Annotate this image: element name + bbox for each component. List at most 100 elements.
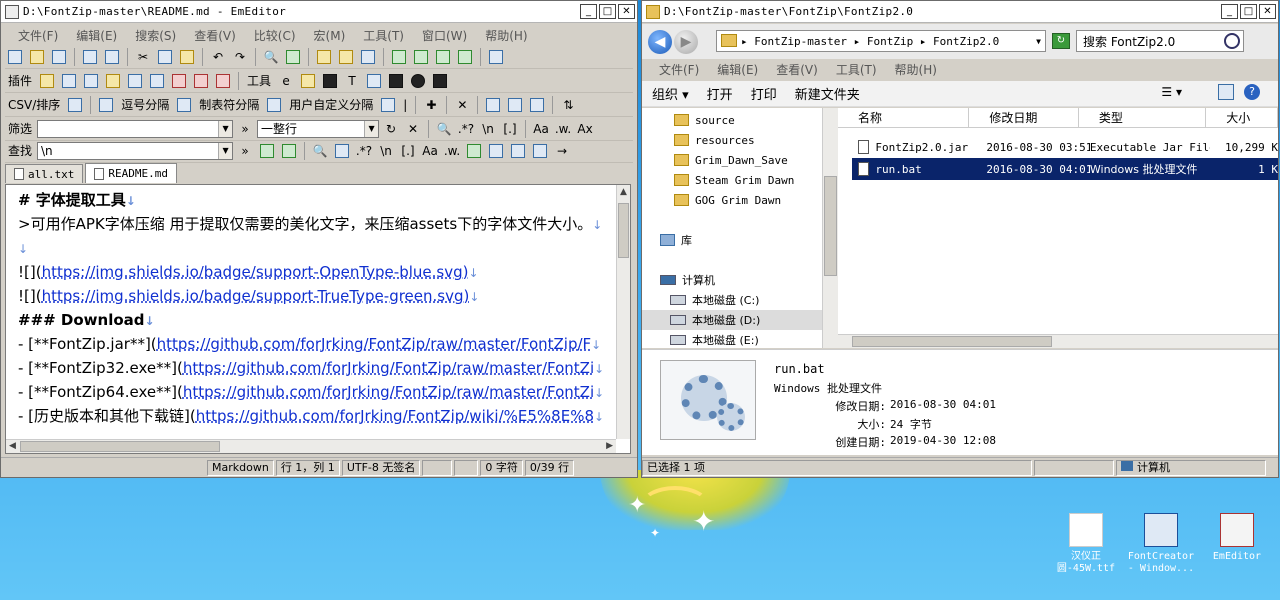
redo-icon[interactable]: ↷ — [230, 48, 250, 66]
editor-vertical-scrollbar[interactable]: ▲ — [616, 185, 630, 439]
help-icon[interactable]: ? — [1244, 84, 1260, 100]
plugin-html-icon[interactable] — [213, 72, 233, 90]
desktop-icon-fontcreator[interactable]: FontCreator - Window... — [1125, 513, 1197, 575]
csv-tab-icon[interactable] — [174, 96, 194, 114]
find-go-icon[interactable]: → — [552, 142, 572, 160]
wrap-icon[interactable] — [389, 48, 409, 66]
print-button[interactable]: 打印 — [751, 84, 777, 103]
find-bar-icon[interactable] — [530, 142, 550, 160]
back-button[interactable]: ◀ — [648, 29, 672, 54]
tab-readme-md[interactable]: README.md — [85, 163, 177, 183]
plugin-hex-icon[interactable] — [169, 72, 189, 90]
refresh-button[interactable]: ↻ — [1052, 33, 1070, 49]
undo-icon[interactable]: ↶ — [208, 48, 228, 66]
find-toggle-icon[interactable] — [464, 142, 484, 160]
chevron-down-icon[interactable]: ▼ — [364, 120, 379, 137]
cmd-icon[interactable] — [320, 72, 340, 90]
menu-edit[interactable]: 编辑(E) — [67, 27, 126, 44]
csv-tab-button[interactable]: 制表符分隔 — [196, 96, 262, 113]
line-link[interactable]: https://github.com/forJrking/FontZip/raw… — [157, 335, 592, 353]
csv-comma-icon[interactable] — [96, 96, 116, 114]
match-case-icon[interactable]: Aa — [420, 142, 440, 160]
plugin-explorer-icon[interactable] — [37, 72, 57, 90]
menu-file[interactable]: 文件(F) — [650, 61, 708, 78]
csv-normal-icon[interactable] — [65, 96, 85, 114]
close-button[interactable]: ✕ — [618, 4, 635, 19]
scroll-left-icon[interactable]: ◀ — [9, 441, 16, 451]
column-size[interactable]: 大小 — [1206, 108, 1278, 127]
menu-file[interactable]: 文件(F) — [9, 27, 67, 44]
menu-tools[interactable]: 工具(T) — [827, 61, 886, 78]
plugin-web-icon[interactable] — [125, 72, 145, 90]
file-row[interactable]: run.bat 2016-08-30 04:01 Windows 批处理文件 1 K — [852, 158, 1278, 180]
search-icon[interactable] — [1224, 33, 1240, 49]
nav-item[interactable]: source — [674, 110, 735, 130]
format-icon[interactable]: Ax — [575, 120, 595, 138]
tools-cross-icon[interactable]: ✕ — [452, 96, 472, 114]
forward-button[interactable]: ▶ — [674, 29, 698, 54]
whole-word-icon[interactable]: .w. — [553, 120, 573, 138]
scroll-thumb[interactable] — [20, 441, 220, 452]
regex-icon[interactable]: .*? — [456, 120, 476, 138]
nav-item[interactable]: 本地磁盘 (C:) — [670, 290, 759, 310]
nav-scrollbar[interactable] — [822, 108, 838, 348]
emeditor-titlebar[interactable]: D:\FontZip-master\README.md - EmEditor _… — [1, 1, 637, 23]
cmd-icon[interactable] — [386, 72, 406, 90]
menu-edit[interactable]: 编辑(E) — [708, 61, 767, 78]
hammer-icon[interactable]: T — [342, 72, 362, 90]
cut-icon[interactable]: ✂ — [133, 48, 153, 66]
paste-icon[interactable] — [177, 48, 197, 66]
explorer-titlebar[interactable]: D:\FontZip-master\FontZip\FontZip2.0 _ □… — [642, 1, 1278, 23]
print-icon[interactable] — [80, 48, 100, 66]
scroll-thumb[interactable] — [824, 176, 837, 276]
menu-compare[interactable]: 比较(C) — [245, 27, 305, 44]
scroll-right-icon[interactable]: ▶ — [606, 441, 613, 451]
find-next-icon[interactable] — [283, 48, 303, 66]
maximize-button[interactable]: □ — [1240, 4, 1257, 19]
maximize-button[interactable]: □ — [599, 4, 616, 19]
column-type[interactable]: 类型 — [1079, 108, 1207, 127]
sort-icon[interactable]: ⇅ — [558, 96, 578, 114]
find-next-icon[interactable] — [279, 142, 299, 160]
address-bar[interactable]: ▸ FontZip-master ▸ FontZip ▸ FontZip2.0 … — [716, 30, 1046, 52]
csv-extra-icon[interactable] — [378, 96, 398, 114]
filter-mode-select[interactable]: 一整行 ▼ — [257, 119, 380, 138]
menu-search[interactable]: 搜索(S) — [126, 27, 185, 44]
chevron-down-icon[interactable]: ▼ — [218, 120, 233, 137]
tool-edit-icon[interactable] — [298, 72, 318, 90]
tab-all-txt[interactable]: all.txt — [5, 164, 84, 183]
line-link[interactable]: https://img.shields.io/badge/support-Ope… — [42, 263, 463, 281]
menu-macro[interactable]: 宏(M) — [305, 27, 355, 44]
column-date[interactable]: 修改日期 — [969, 108, 1079, 127]
filter-input[interactable]: ▼ — [37, 119, 234, 138]
nav-item[interactable]: GOG Grim Dawn — [674, 190, 781, 210]
nav-item[interactable]: 本地磁盘 (D:) — [642, 310, 822, 330]
scroll-up-icon[interactable]: ▲ — [620, 187, 627, 197]
nav-item[interactable]: 本地磁盘 (E:) — [670, 330, 759, 348]
editor-horizontal-scrollbar[interactable]: ◀ ▶ — [6, 439, 616, 453]
nav-item[interactable]: resources — [674, 130, 755, 150]
editor-text-area[interactable]: # 字体提取工具↓ >可用作APK字体压缩 用于提取仅需要的美化文字，来压缩ass… — [5, 184, 631, 454]
chevron-down-icon[interactable]: ▼ — [218, 142, 233, 159]
line-link[interactable]: https://github.com/forJrking/FontZip/raw… — [183, 383, 594, 401]
circle-icon[interactable] — [408, 72, 428, 90]
status-syntax[interactable]: Markdown — [207, 459, 274, 476]
find-prev-icon[interactable] — [257, 142, 277, 160]
column-select-icon[interactable] — [505, 96, 525, 114]
find-options-icon[interactable] — [486, 142, 506, 160]
plugin-charmap-icon[interactable] — [191, 72, 211, 90]
plugin-outline-icon[interactable] — [59, 72, 79, 90]
print-preview-icon[interactable] — [102, 48, 122, 66]
close-button[interactable]: ✕ — [1259, 4, 1276, 19]
find-icon[interactable]: 🔍 — [261, 48, 281, 66]
nav-item[interactable]: 库 — [660, 230, 692, 250]
nav-item[interactable]: Grim_Dawn_Save — [674, 150, 788, 170]
refresh-icon[interactable]: ↻ — [381, 120, 401, 138]
find-arrow-icon[interactable]: » — [235, 142, 255, 160]
add-icon[interactable]: ✚ — [421, 96, 441, 114]
find-input[interactable]: \n ▼ — [37, 141, 234, 160]
find-search-icon[interactable]: 🔍 — [310, 142, 330, 160]
menu-help[interactable]: 帮助(H) — [886, 61, 946, 78]
filter-icon[interactable] — [358, 48, 378, 66]
clear-icon[interactable]: ✕ — [403, 120, 423, 138]
